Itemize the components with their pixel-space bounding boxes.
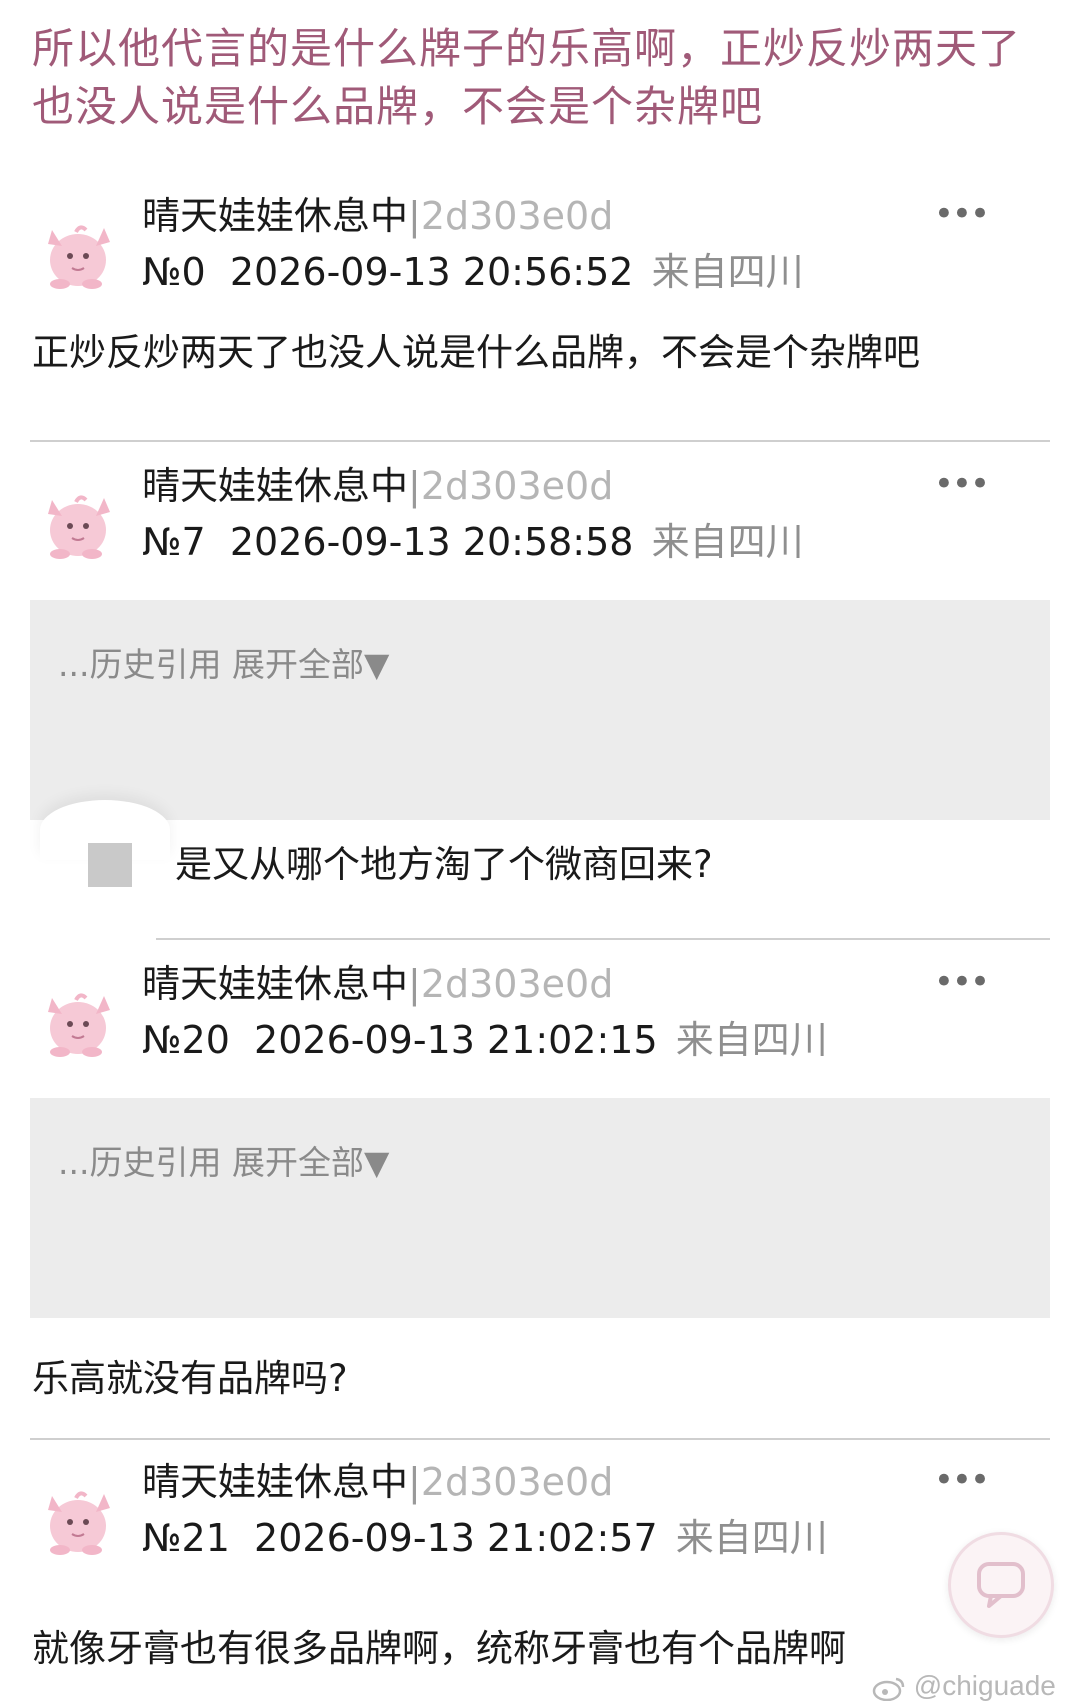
post-meta: №7 2026-09-13 20:58:58 来自四川 <box>142 520 804 564</box>
avatar[interactable] <box>40 1476 118 1558</box>
username[interactable]: 晴天娃娃休息中|2d303e0d <box>142 1460 613 1504</box>
floor-number: №20 <box>142 1018 230 1062</box>
more-dots-icon[interactable]: ••• <box>934 197 990 231</box>
separator: | <box>408 1460 421 1504</box>
username[interactable]: 晴天娃娃休息中|2d303e0d <box>142 194 613 238</box>
post-content-row: 是又从哪个地方淘了个微商回来? <box>0 800 1080 940</box>
quote-block: ...历史引用 展开全部▼ <box>30 1098 1050 1318</box>
post-content: 就像牙膏也有很多品牌啊，统称牙膏也有个品牌啊 <box>32 1627 846 1670</box>
divider <box>156 938 1050 940</box>
floor-number: №21 <box>142 1516 230 1560</box>
clefairy-avatar-icon <box>48 993 110 1057</box>
clefairy-avatar-icon <box>48 495 110 559</box>
post-datetime: 2026-09-13 20:56:52 <box>229 250 634 294</box>
watermark: @chiguade <box>872 1670 1056 1702</box>
username[interactable]: 晴天娃娃休息中|2d303e0d <box>142 962 613 1006</box>
separator: | <box>408 464 421 508</box>
placeholder-square <box>88 843 132 887</box>
avatar[interactable] <box>40 480 118 562</box>
username[interactable]: 晴天娃娃休息中|2d303e0d <box>142 464 613 508</box>
username-text: 晴天娃娃休息中 <box>142 464 409 508</box>
clefairy-avatar-icon <box>48 1491 110 1555</box>
user-id: 2d303e0d <box>420 962 614 1006</box>
expand-history-quote-button[interactable]: ...历史引用 展开全部▼ <box>58 638 389 686</box>
user-id: 2d303e0d <box>420 464 614 508</box>
separator: | <box>408 194 421 238</box>
more-dots-icon[interactable]: ••• <box>934 1463 990 1497</box>
post-content: 是又从哪个地方淘了个微商回来? <box>175 843 713 886</box>
clefairy-avatar-icon <box>48 225 110 289</box>
comment-icon <box>977 1562 1025 1608</box>
thread-title: 所以他代言的是什么牌子的乐高啊，正炒反炒两天了也没人说是什么品牌，不会是个杂牌吧 <box>32 24 1022 131</box>
post-meta: №0 2026-09-13 20:56:52 来自四川 <box>142 250 804 294</box>
more-dots-icon[interactable]: ••• <box>934 965 990 999</box>
expand-history-quote-button[interactable]: ...历史引用 展开全部▼ <box>58 1136 389 1184</box>
divider <box>30 1438 1050 1440</box>
weibo-logo-icon <box>872 1677 905 1701</box>
avatar[interactable] <box>40 978 118 1060</box>
post-datetime: 2026-09-13 21:02:57 <box>254 1516 658 1560</box>
post-datetime: 2026-09-13 21:02:15 <box>254 1018 658 1062</box>
floor-number: №0 <box>142 250 206 294</box>
post-datetime: 2026-09-13 20:58:58 <box>229 520 634 564</box>
floor-number: №7 <box>142 520 206 564</box>
avatar[interactable] <box>40 210 118 292</box>
username-text: 晴天娃娃休息中 <box>142 962 409 1006</box>
post-content: 乐高就没有品牌吗? <box>32 1357 348 1400</box>
comment-fab-button[interactable] <box>948 1532 1054 1638</box>
post-meta: №21 2026-09-13 21:02:57 来自四川 <box>142 1516 828 1560</box>
post-location: 来自四川 <box>651 250 804 294</box>
username-text: 晴天娃娃休息中 <box>142 194 409 238</box>
post-location: 来自四川 <box>651 520 804 564</box>
post-location: 来自四川 <box>675 1018 828 1062</box>
username-text: 晴天娃娃休息中 <box>142 1460 409 1504</box>
post-meta: №20 2026-09-13 21:02:15 来自四川 <box>142 1018 828 1062</box>
user-id: 2d303e0d <box>420 194 614 238</box>
separator: | <box>408 962 421 1006</box>
watermark-text: @chiguade <box>913 1670 1056 1701</box>
post-content: 正炒反炒两天了也没人说是什么品牌，不会是个杂牌吧 <box>32 331 920 374</box>
quote-block: ...历史引用 展开全部▼ <box>30 600 1050 820</box>
divider <box>30 440 1050 442</box>
more-dots-icon[interactable]: ••• <box>934 467 990 501</box>
user-id: 2d303e0d <box>420 1460 614 1504</box>
post-location: 来自四川 <box>675 1516 828 1560</box>
